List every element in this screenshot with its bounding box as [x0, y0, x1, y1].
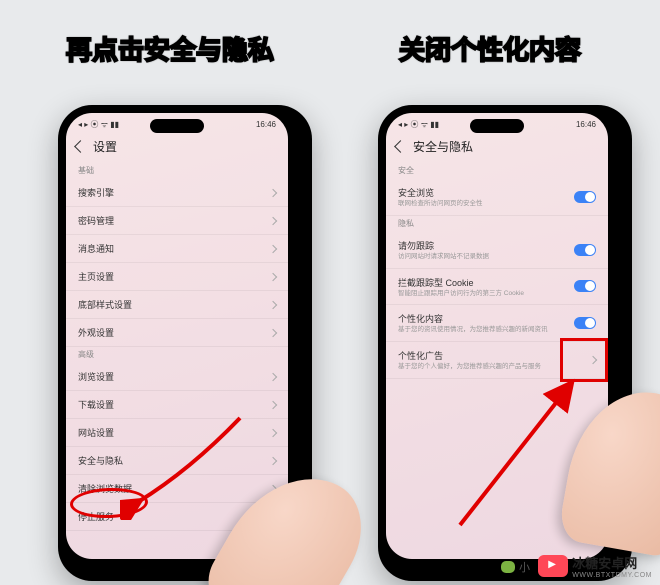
row-appearance[interactable]: 外观设置	[66, 319, 288, 347]
back-icon[interactable]	[394, 140, 407, 153]
caption-right: 关闭个性化内容	[340, 30, 640, 67]
section-advanced: 高级	[66, 347, 288, 363]
row-safe-browsing[interactable]: 安全浏览联网检查所访问网页的安全性	[386, 179, 608, 216]
row-site[interactable]: 网站设置	[66, 419, 288, 447]
row-homepage[interactable]: 主页设置	[66, 263, 288, 291]
back-icon[interactable]	[74, 140, 87, 153]
page-title: 设置	[93, 138, 117, 155]
title-bar: 安全与隐私	[386, 132, 608, 163]
section-safe: 安全	[386, 163, 608, 179]
chevron-right-icon	[269, 272, 277, 280]
status-time: 16:46	[256, 120, 276, 129]
chevron-right-icon	[269, 188, 277, 196]
toggle-cookie[interactable]	[574, 280, 596, 292]
chevron-right-icon	[269, 400, 277, 408]
row-clear-data[interactable]: 清除浏览数据	[66, 475, 288, 503]
chevron-right-icon	[269, 300, 277, 308]
status-time: 16:46	[576, 120, 596, 129]
brand-watermark: 冰糖安卓网 WWW.BTXTDMY.COM	[538, 553, 652, 579]
chevron-right-icon	[269, 372, 277, 380]
row-notification[interactable]: 消息通知	[66, 235, 288, 263]
wechat-watermark: 小	[501, 559, 530, 575]
toggle-safe-browsing[interactable]	[574, 191, 596, 203]
row-block-cookie[interactable]: 拦截跟踪型 Cookie智能阻止跟踪用户访问行为的第三方 Cookie	[386, 269, 608, 306]
row-personalized-content[interactable]: 个性化内容基于您的资讯使用情况，为您推荐感兴趣的新闻资讯	[386, 305, 608, 342]
row-browse[interactable]: 浏览设置	[66, 363, 288, 391]
row-do-not-track[interactable]: 请勿跟踪访问网站时请求网站不记录数据	[386, 232, 608, 269]
chevron-right-icon	[269, 456, 277, 464]
brand-logo-icon	[538, 555, 568, 577]
title-bar: 设置	[66, 132, 288, 163]
chevron-right-icon	[269, 428, 277, 436]
chevron-right-icon	[269, 328, 277, 336]
page-title: 安全与隐私	[413, 138, 473, 155]
row-security-privacy[interactable]: 安全与隐私	[66, 447, 288, 475]
toggle-dnt[interactable]	[574, 244, 596, 256]
status-icons: ◂ ▸ ⦿ ᯤ ▮▮	[78, 119, 119, 130]
section-privacy: 隐私	[386, 216, 608, 232]
chevron-right-icon	[589, 356, 597, 364]
section-basic: 基础	[66, 163, 288, 179]
row-personalized-ads[interactable]: 个性化广告基于您的个人偏好，为您推荐感兴趣的产品与服务	[386, 342, 608, 379]
chevron-right-icon	[269, 216, 277, 224]
row-search-engine[interactable]: 搜索引擎	[66, 179, 288, 207]
row-bottom-style[interactable]: 底部样式设置	[66, 291, 288, 319]
row-download[interactable]: 下载设置	[66, 391, 288, 419]
wechat-icon	[501, 561, 515, 573]
chevron-right-icon	[269, 244, 277, 252]
row-password[interactable]: 密码管理	[66, 207, 288, 235]
notch	[150, 119, 204, 133]
toggle-personalized-content[interactable]	[574, 317, 596, 329]
screen-left: ◂ ▸ ⦿ ᯤ ▮▮ 16:46 设置 基础 搜索引擎 密码管理 消息通知 主页…	[66, 113, 288, 559]
notch	[470, 119, 524, 133]
caption-left: 再点击安全与隐私	[20, 30, 320, 67]
status-icons: ◂ ▸ ⦿ ᯤ ▮▮	[398, 119, 439, 130]
